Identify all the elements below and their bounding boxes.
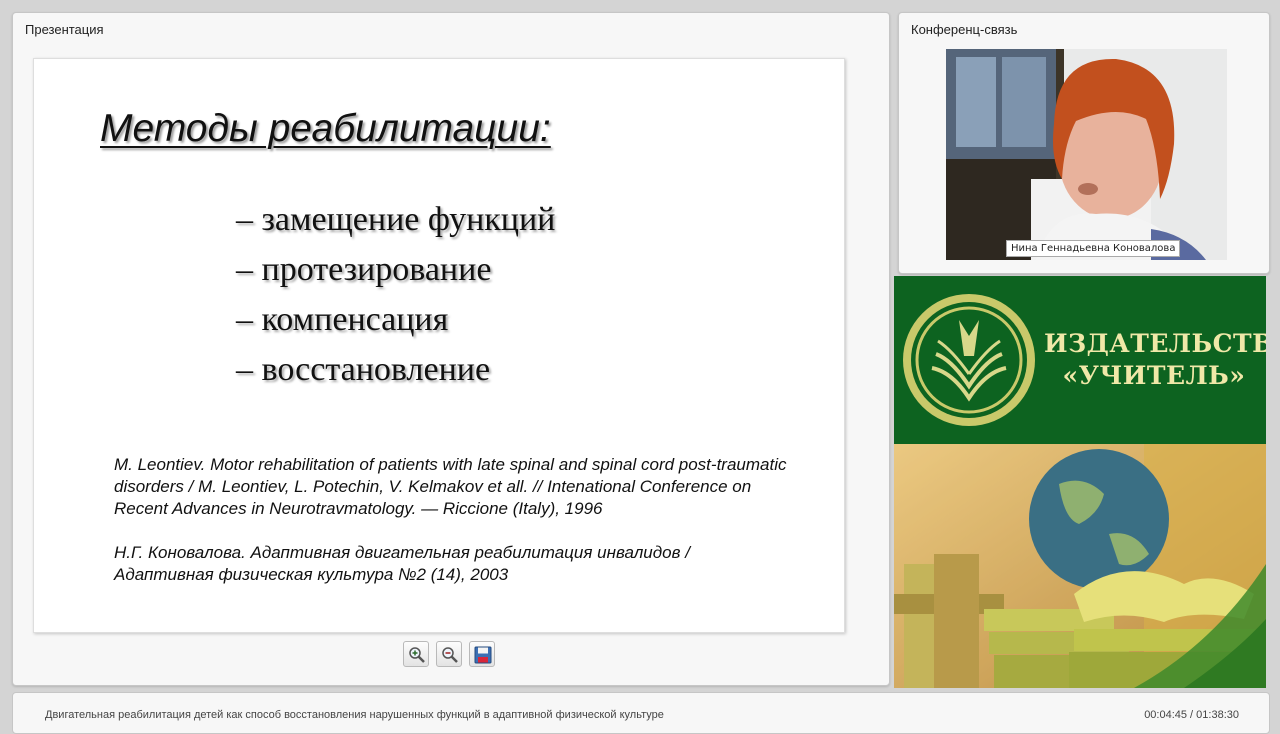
save-icon (474, 646, 492, 664)
webcam-video[interactable]: Нина Геннадьевна Коновалова (946, 49, 1227, 260)
zoom-in-icon (409, 647, 425, 663)
speaker-name-label: Нина Геннадьевна Коновалова (1006, 240, 1181, 257)
reference-english: M. Leontiev. Motor rehabilitation of pat… (114, 455, 787, 518)
method-item: – замещение функций (236, 201, 556, 238)
slide-heading: Методы реабилитации: (100, 107, 551, 150)
slide: Методы реабилитации: – замещение функций… (33, 58, 845, 633)
course-title: Двигательная реабилитация детей как спос… (45, 709, 664, 721)
zoom-out-button[interactable] (436, 641, 462, 667)
publisher-name-line2: «УЧИТЕЛЬ» (1062, 361, 1246, 390)
zoom-out-icon (442, 647, 458, 663)
conference-panel: Конференц-связь Нина Геннадьевна Коновал… (898, 12, 1270, 274)
playback-timecode: 00:04:45 / 01:38:30 (1144, 709, 1239, 721)
reference-russian: Н.Г. Коновалова. Адаптивная двигательная… (114, 543, 690, 584)
books-and-globe-image (894, 444, 1266, 688)
publisher-ad: ИЗДАТЕЛЬСТВО «УЧИТЕЛЬ» (894, 276, 1266, 688)
webcam-feed-image (946, 49, 1227, 260)
publisher-name-line1: ИЗДАТЕЛЬСТВО (1044, 329, 1266, 358)
publisher-name: ИЗДАТЕЛЬСТВО «УЧИТЕЛЬ» (1044, 328, 1266, 392)
method-item: – восстановление (236, 351, 491, 388)
save-button[interactable] (469, 641, 495, 667)
presentation-panel-title: Презентация (25, 22, 104, 37)
zoom-in-button[interactable] (403, 641, 429, 667)
conference-panel-title: Конференц-связь (911, 22, 1018, 37)
presentation-panel: Презентация Методы реабилитации: – замещ… (12, 12, 890, 686)
method-item: – протезирование (236, 251, 492, 288)
publisher-banner: ИЗДАТЕЛЬСТВО «УЧИТЕЛЬ» (894, 276, 1266, 444)
method-item: – компенсация (236, 301, 449, 338)
publisher-logo (903, 294, 1035, 426)
bottom-info-bar: Двигательная реабилитация детей как спос… (12, 692, 1270, 734)
methods-list: – замещение функций – протезирование – к… (236, 195, 555, 395)
